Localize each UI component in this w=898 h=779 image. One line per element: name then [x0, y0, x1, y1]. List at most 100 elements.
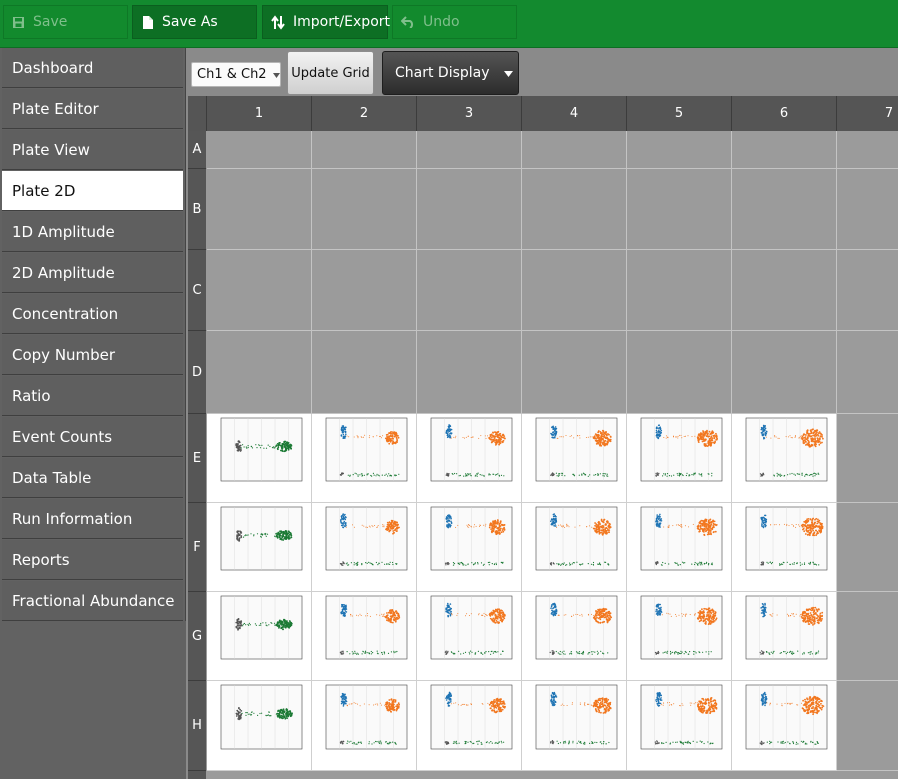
well-a1[interactable]	[207, 131, 312, 169]
well-d2[interactable]	[312, 331, 417, 414]
column-header-6[interactable]: 6	[732, 96, 837, 131]
sidebar-item-label: Data Table	[12, 468, 92, 487]
column-header-2[interactable]: 2	[312, 96, 417, 131]
well-f5[interactable]	[627, 503, 732, 592]
sidebar-item-2d-amplitude[interactable]: 2D Amplitude	[2, 253, 183, 293]
well-scatter-thumbnail	[325, 595, 408, 660]
save-as-button[interactable]: Save As	[132, 5, 257, 39]
row-header-f[interactable]: F	[188, 503, 206, 592]
row-header-h[interactable]: H	[188, 681, 206, 771]
well-h1[interactable]	[207, 681, 312, 771]
sidebar-item-fractional-abundance[interactable]: Fractional Abundance	[2, 581, 183, 621]
column-header-3[interactable]: 3	[417, 96, 522, 131]
well-b2[interactable]	[312, 169, 417, 250]
well-e4[interactable]	[522, 414, 627, 503]
import-export-button[interactable]: Import/Export	[262, 5, 390, 39]
import-export-icon	[271, 14, 285, 30]
sidebar-item-dashboard[interactable]: Dashboard	[2, 48, 183, 88]
well-f6[interactable]	[732, 503, 837, 592]
chart-display-button[interactable]: Chart Display	[382, 51, 519, 95]
well-b5[interactable]	[627, 169, 732, 250]
well-scatter-thumbnail	[640, 595, 723, 660]
sidebar-item-plate-editor[interactable]: Plate Editor	[2, 89, 183, 129]
sidebar-item-label: Copy Number	[12, 345, 116, 364]
well-a7[interactable]	[837, 131, 898, 169]
well-g3[interactable]	[417, 592, 522, 681]
well-h5[interactable]	[627, 681, 732, 771]
well-e2[interactable]	[312, 414, 417, 503]
row-header-e[interactable]: E	[188, 414, 206, 503]
sidebar-item-data-table[interactable]: Data Table	[2, 458, 183, 498]
well-b7[interactable]	[837, 169, 898, 250]
well-h6[interactable]	[732, 681, 837, 771]
sidebar-item-copy-number[interactable]: Copy Number	[2, 335, 183, 375]
row-header-d[interactable]: D	[188, 331, 206, 414]
row-header-b[interactable]: B	[188, 169, 206, 250]
well-a2[interactable]	[312, 131, 417, 169]
sidebar-item-plate-view[interactable]: Plate View	[2, 130, 183, 170]
undo-label: Undo	[423, 14, 460, 30]
well-g1[interactable]	[207, 592, 312, 681]
sidebar-item-plate-2d[interactable]: Plate 2D	[2, 171, 183, 211]
well-c7[interactable]	[837, 250, 898, 331]
well-a5[interactable]	[627, 131, 732, 169]
row-header-c[interactable]: C	[188, 250, 206, 331]
well-h2[interactable]	[312, 681, 417, 771]
sidebar-item-1d-amplitude[interactable]: 1D Amplitude	[2, 212, 183, 252]
well-h4[interactable]	[522, 681, 627, 771]
row-header-a[interactable]: A	[188, 131, 206, 169]
save-button[interactable]: Save	[3, 5, 128, 39]
well-h3[interactable]	[417, 681, 522, 771]
update-grid-button[interactable]: Update Grid	[287, 51, 374, 95]
well-g6[interactable]	[732, 592, 837, 681]
well-e5[interactable]	[627, 414, 732, 503]
well-f4[interactable]	[522, 503, 627, 592]
row-header-g[interactable]: G	[188, 592, 206, 681]
channel-select[interactable]: Ch1 & Ch2	[191, 62, 281, 87]
well-d3[interactable]	[417, 331, 522, 414]
well-c2[interactable]	[312, 250, 417, 331]
well-b6[interactable]	[732, 169, 837, 250]
well-f3[interactable]	[417, 503, 522, 592]
well-f1[interactable]	[207, 503, 312, 592]
well-h7[interactable]	[837, 681, 898, 771]
sidebar-item-event-counts[interactable]: Event Counts	[2, 417, 183, 457]
well-f7[interactable]	[837, 503, 898, 592]
well-e6[interactable]	[732, 414, 837, 503]
well-e7[interactable]	[837, 414, 898, 503]
well-e1[interactable]	[207, 414, 312, 503]
well-a4[interactable]	[522, 131, 627, 169]
save-as-label: Save As	[162, 14, 218, 30]
well-c6[interactable]	[732, 250, 837, 331]
sidebar-item-concentration[interactable]: Concentration	[2, 294, 183, 334]
column-header-1[interactable]: 1	[207, 96, 312, 131]
well-c5[interactable]	[627, 250, 732, 331]
well-a6[interactable]	[732, 131, 837, 169]
well-scatter-thumbnail	[745, 595, 828, 660]
well-e3[interactable]	[417, 414, 522, 503]
well-d7[interactable]	[837, 331, 898, 414]
well-c1[interactable]	[207, 250, 312, 331]
well-b3[interactable]	[417, 169, 522, 250]
sidebar-item-ratio[interactable]: Ratio	[2, 376, 183, 416]
well-f2[interactable]	[312, 503, 417, 592]
well-g4[interactable]	[522, 592, 627, 681]
well-g2[interactable]	[312, 592, 417, 681]
well-g5[interactable]	[627, 592, 732, 681]
well-c3[interactable]	[417, 250, 522, 331]
well-b1[interactable]	[207, 169, 312, 250]
sidebar-item-run-information[interactable]: Run Information	[2, 499, 183, 539]
well-d1[interactable]	[207, 331, 312, 414]
well-d5[interactable]	[627, 331, 732, 414]
well-a3[interactable]	[417, 131, 522, 169]
well-d6[interactable]	[732, 331, 837, 414]
column-header-7[interactable]: 7	[837, 96, 898, 131]
column-header-4[interactable]: 4	[522, 96, 627, 131]
well-c4[interactable]	[522, 250, 627, 331]
column-header-5[interactable]: 5	[627, 96, 732, 131]
sidebar-item-reports[interactable]: Reports	[2, 540, 183, 580]
undo-button[interactable]: Undo	[392, 5, 517, 39]
well-d4[interactable]	[522, 331, 627, 414]
well-b4[interactable]	[522, 169, 627, 250]
well-g7[interactable]	[837, 592, 898, 681]
